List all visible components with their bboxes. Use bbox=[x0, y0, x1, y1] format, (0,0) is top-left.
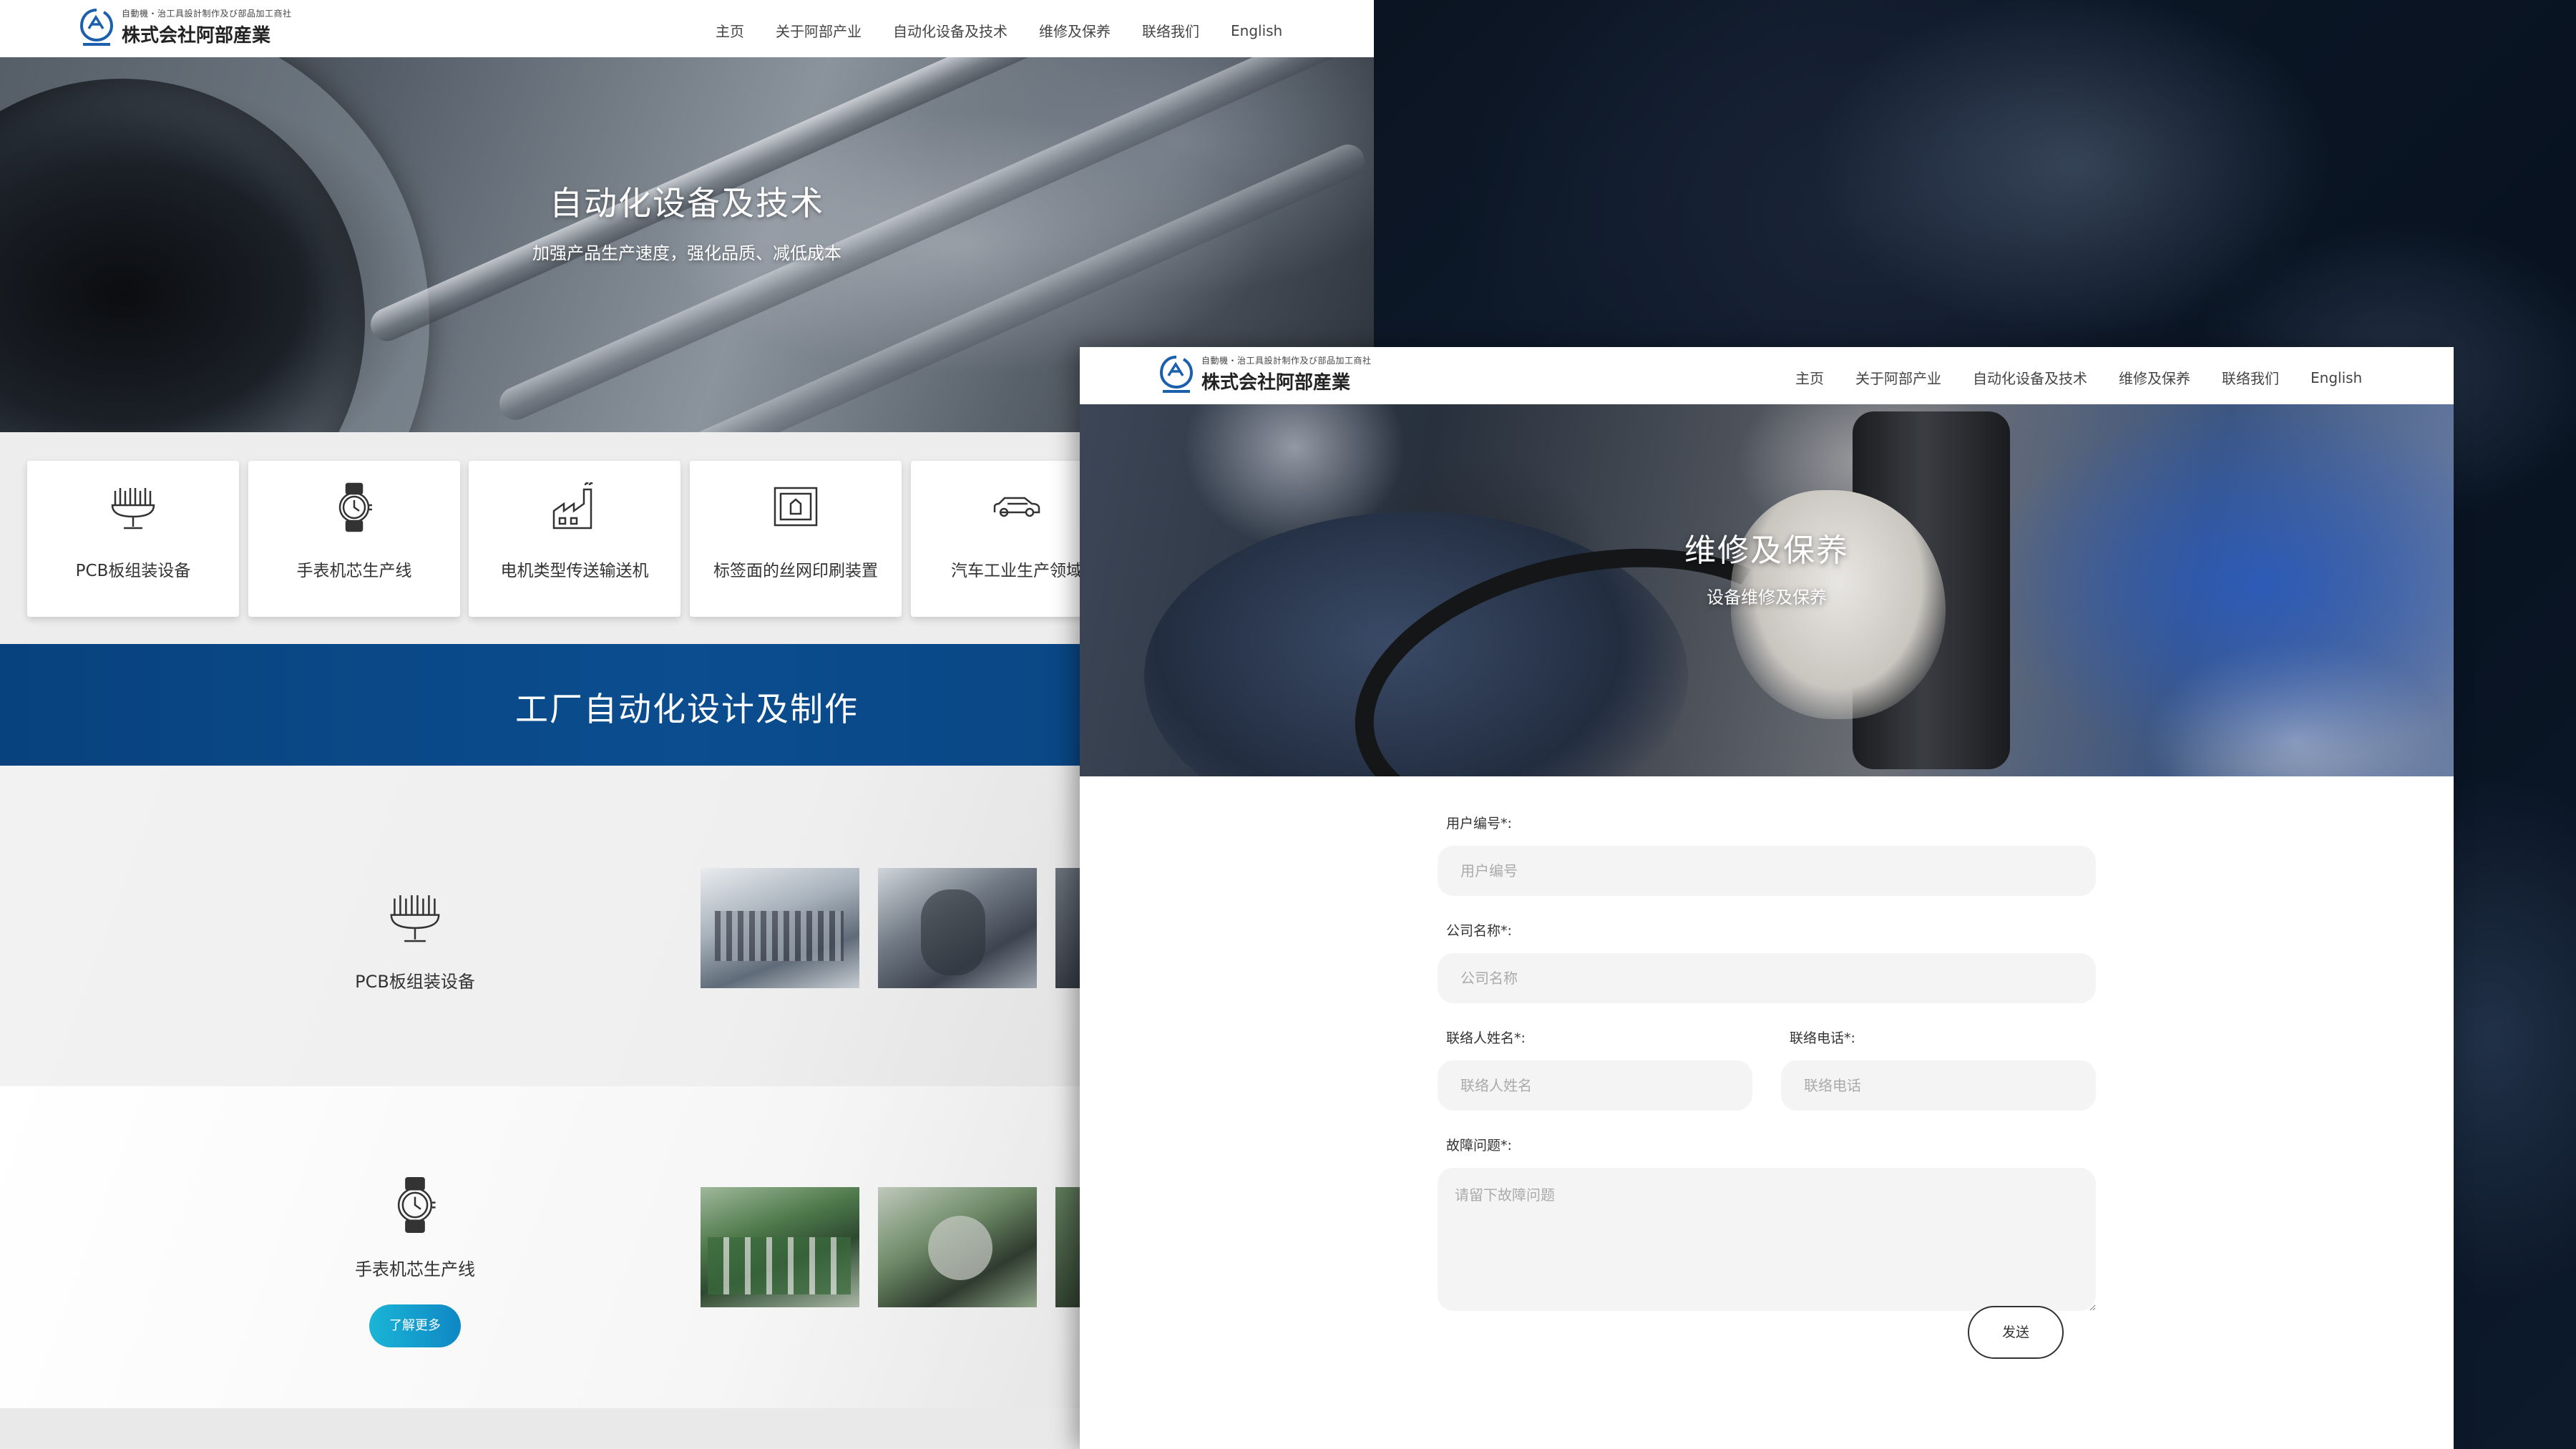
nav-english[interactable]: English bbox=[2311, 369, 2362, 386]
nav-about[interactable]: 关于阿部产业 bbox=[1855, 367, 1941, 388]
factory-icon bbox=[469, 482, 680, 532]
nav-english[interactable]: English bbox=[1231, 22, 1282, 39]
nav-maintenance[interactable]: 维修及保养 bbox=[1039, 20, 1111, 41]
send-button[interactable]: 发送 bbox=[1968, 1306, 2064, 1359]
nav-about[interactable]: 关于阿部产业 bbox=[776, 20, 862, 41]
category-label: PCB板组装设备 bbox=[75, 562, 191, 580]
phone-label: 联络电话*: bbox=[1790, 1030, 1855, 1046]
brand-name: 株式会社阿部産業 bbox=[122, 25, 271, 47]
learn-more-button[interactable]: 了解更多 bbox=[369, 1304, 461, 1347]
brand-tagline: 自動機・治工具設計制作及び部品加工商社 bbox=[122, 9, 292, 19]
hero-banner: 维修及保养 设备维修及保养 bbox=[1080, 404, 2454, 776]
top-nav: 自動機・治工具設計制作及び部品加工商社 株式会社阿部産業 主页 关于阿部产业 自… bbox=[1080, 347, 2454, 404]
print-frame-icon bbox=[690, 482, 902, 532]
brand-name: 株式会社阿部産業 bbox=[1201, 372, 1351, 394]
nav-home[interactable]: 主页 bbox=[716, 20, 744, 41]
category-card-printing[interactable]: 标签面的丝网印刷装置 bbox=[690, 461, 902, 617]
maintenance-page: 自動機・治工具設計制作及び部品加工商社 株式会社阿部産業 主页 关于阿部产业 自… bbox=[1080, 347, 2454, 1449]
nav-contact[interactable]: 联络我们 bbox=[1142, 20, 1199, 41]
category-label: 手表机芯生产线 bbox=[296, 562, 412, 580]
product-photo[interactable] bbox=[878, 1187, 1037, 1307]
brand-tagline: 自動機・治工具設計制作及び部品加工商社 bbox=[1201, 356, 1372, 366]
hero-title: 自动化设备及技术 bbox=[550, 184, 824, 223]
contact-name-input[interactable] bbox=[1438, 1060, 1752, 1111]
category-card-watch[interactable]: 手表机芯生产线 bbox=[248, 461, 460, 617]
product-photo[interactable] bbox=[878, 868, 1037, 988]
nav-automation[interactable]: 自动化设备及技术 bbox=[1973, 367, 2087, 388]
watch-icon bbox=[248, 482, 460, 532]
product-photo[interactable] bbox=[701, 868, 859, 988]
top-nav: 自動機・治工具設計制作及び部品加工商社 株式会社阿部産業 主页 关于阿部产业 自… bbox=[0, 0, 1374, 57]
product-label: PCB板组装设备 bbox=[355, 972, 475, 992]
nav-menu: 主页 关于阿部产业 自动化设备及技术 维修及保养 联络我们 English bbox=[1795, 367, 2362, 388]
category-card-pcb[interactable]: PCB板组装设备 bbox=[27, 461, 239, 617]
nav-automation[interactable]: 自动化设备及技术 bbox=[893, 20, 1008, 41]
issue-textarea[interactable] bbox=[1438, 1168, 2096, 1311]
category-label: 电机类型传送输送机 bbox=[500, 562, 649, 580]
user-id-input[interactable] bbox=[1438, 846, 2096, 896]
hero-title: 维修及保养 bbox=[1684, 532, 1849, 569]
product-label: 手表机芯生产线 bbox=[355, 1259, 475, 1279]
brand[interactable]: 自動機・治工具設計制作及び部品加工商社 株式会社阿部産業 bbox=[79, 7, 292, 47]
brand[interactable]: 自動機・治工具設計制作及び部品加工商社 株式会社阿部産業 bbox=[1158, 354, 1372, 394]
company-logo-icon bbox=[79, 7, 114, 47]
pcb-icon bbox=[27, 482, 239, 532]
company-logo-icon bbox=[1158, 354, 1194, 394]
nav-menu: 主页 关于阿部产业 自动化设备及技术 维修及保养 联络我们 English bbox=[716, 20, 1282, 41]
contact-name-label: 联络人姓名*: bbox=[1446, 1030, 1526, 1046]
company-label: 公司名称*: bbox=[1446, 923, 1512, 939]
watch-icon bbox=[386, 1176, 444, 1234]
nav-contact[interactable]: 联络我们 bbox=[2222, 367, 2279, 388]
user-id-label: 用户编号*: bbox=[1446, 816, 1512, 831]
category-card-conveyor[interactable]: 电机类型传送输送机 bbox=[469, 461, 680, 617]
hero-subtitle: 设备维修及保养 bbox=[1707, 587, 1827, 608]
company-input[interactable] bbox=[1438, 953, 2096, 1003]
issue-label: 故障问题*: bbox=[1446, 1138, 1512, 1153]
phone-input[interactable] bbox=[1781, 1060, 2096, 1111]
pcb-icon bbox=[386, 889, 444, 946]
category-label: 标签面的丝网印刷装置 bbox=[713, 562, 878, 580]
nav-maintenance[interactable]: 维修及保养 bbox=[2119, 367, 2190, 388]
product-photo[interactable] bbox=[701, 1187, 859, 1307]
hero-subtitle: 加强产品生产速度，强化品质、减低成本 bbox=[532, 243, 841, 263]
nav-home[interactable]: 主页 bbox=[1795, 367, 1824, 388]
